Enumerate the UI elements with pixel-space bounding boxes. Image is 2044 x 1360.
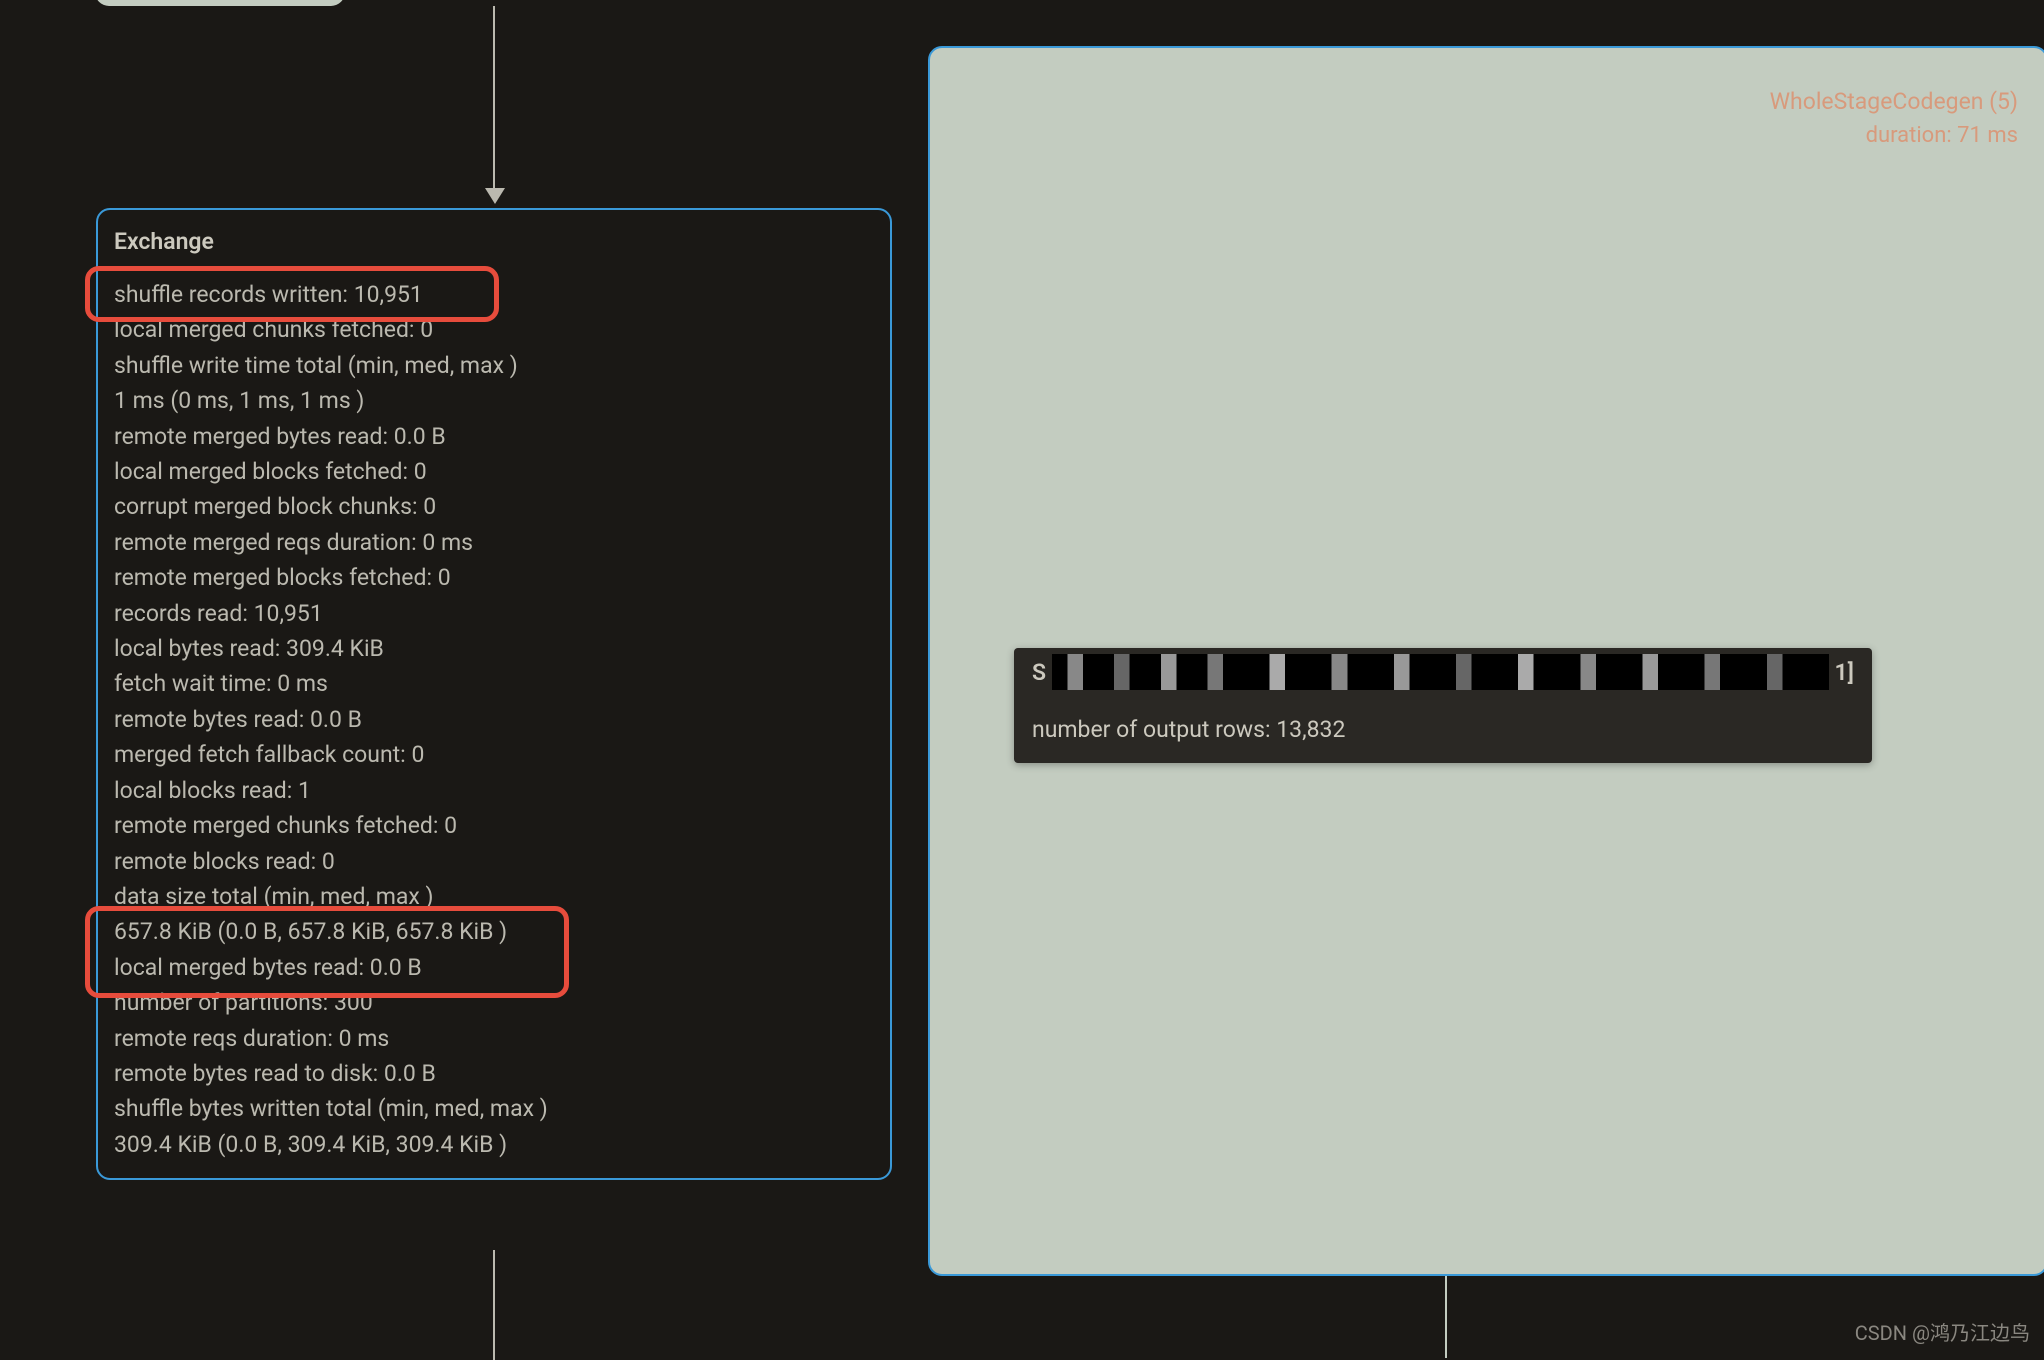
codegen-duration: duration: 71 ms xyxy=(1770,123,2018,148)
metric-fetch-wait-time: fetch wait time: 0 ms xyxy=(114,666,874,701)
node-tooltip: S 1] number of output rows: 13,832 xyxy=(1014,648,1872,763)
metric-data-size-total-value: 657.8 KiB (0.0 B, 657.8 KiB, 657.8 KiB ) xyxy=(114,914,874,949)
metric-shuffle-bytes-written-value: 309.4 KiB (0.0 B, 309.4 KiB, 309.4 KiB ) xyxy=(114,1127,874,1162)
dag-edge-bottom xyxy=(493,1250,495,1360)
metric-shuffle-bytes-written-label: shuffle bytes written total (min, med, m… xyxy=(114,1091,874,1126)
codegen-title: WholeStageCodegen (5) xyxy=(1770,88,2018,115)
metric-local-merged-bytes-read: local merged bytes read: 0.0 B xyxy=(114,950,874,985)
dag-arrow-head-icon xyxy=(485,188,505,204)
metric-shuffle-write-time-value: 1 ms (0 ms, 1 ms, 1 ms ) xyxy=(114,383,874,418)
metric-shuffle-records-written: shuffle records written: 10,951 xyxy=(114,277,874,312)
metric-remote-merged-reqs-duration: remote merged reqs duration: 0 ms xyxy=(114,525,874,560)
dag-edge-right-bottom xyxy=(1445,1276,1447,1358)
metric-local-merged-blocks: local merged blocks fetched: 0 xyxy=(114,454,874,489)
tooltip-title-prefix: S xyxy=(1032,659,1046,686)
metric-remote-bytes-read-disk: remote bytes read to disk: 0.0 B xyxy=(114,1056,874,1091)
exchange-title: Exchange xyxy=(114,228,874,255)
metric-remote-blocks-read: remote blocks read: 0 xyxy=(114,844,874,879)
metric-merged-fetch-fallback: merged fetch fallback count: 0 xyxy=(114,737,874,772)
metric-remote-reqs-duration: remote reqs duration: 0 ms xyxy=(114,1021,874,1056)
metric-remote-bytes-read: remote bytes read: 0.0 B xyxy=(114,702,874,737)
metric-remote-merged-blocks: remote merged blocks fetched: 0 xyxy=(114,560,874,595)
metric-corrupt-merged-blocks: corrupt merged block chunks: 0 xyxy=(114,489,874,524)
metric-data-size-total-label: data size total (min, med, max ) xyxy=(114,879,874,914)
dag-edge-top xyxy=(493,6,495,198)
metric-remote-merged-bytes-read: remote merged bytes read: 0.0 B xyxy=(114,419,874,454)
metric-local-blocks-read: local blocks read: 1 xyxy=(114,773,874,808)
metric-remote-merged-chunks: remote merged chunks fetched: 0 xyxy=(114,808,874,843)
dag-node-partial-top[interactable] xyxy=(95,0,345,6)
metric-local-bytes-read: local bytes read: 309.4 KiB xyxy=(114,631,874,666)
metric-shuffle-write-time-label: shuffle write time total (min, med, max … xyxy=(114,348,874,383)
tooltip-title-suffix: 1] xyxy=(1835,659,1854,686)
tooltip-output-rows: number of output rows: 13,832 xyxy=(1032,716,1854,743)
metric-local-merged-chunks: local merged chunks fetched: 0 xyxy=(114,312,874,347)
metric-number-of-partitions: number of partitions: 300 xyxy=(114,985,874,1020)
metric-records-read: records read: 10,951 xyxy=(114,596,874,631)
redacted-content xyxy=(1052,654,1829,690)
exchange-node[interactable]: Exchange shuffle records written: 10,951… xyxy=(96,208,892,1180)
watermark-text: CSDN @鸿乃江边鸟 xyxy=(1855,1317,2030,1346)
